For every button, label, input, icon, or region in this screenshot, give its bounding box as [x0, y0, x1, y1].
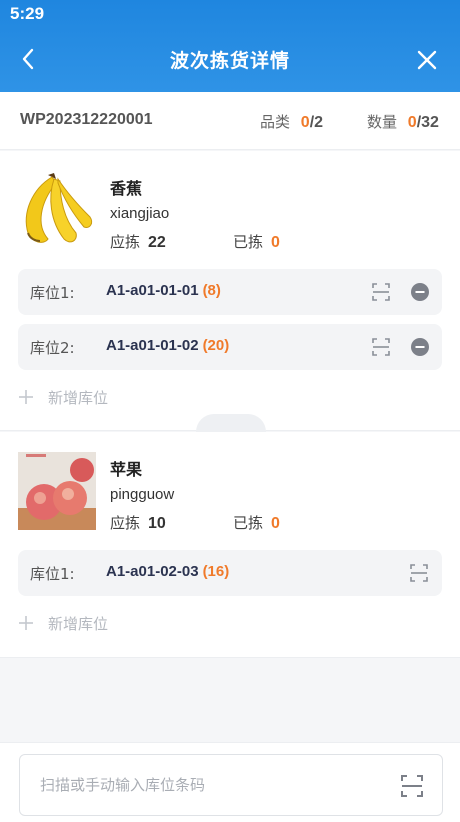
remove-location-icon[interactable] [410, 282, 430, 302]
picked-value: 0 [271, 234, 280, 251]
category-label: 品类 [260, 113, 291, 131]
product-code: xiangjiao [110, 205, 170, 222]
location-label: 库位1: [30, 565, 75, 583]
plus-icon [19, 616, 33, 630]
location-row[interactable]: 库位2: A1-a01-01-02 (20) [18, 324, 442, 370]
close-icon [417, 50, 437, 70]
status-time: 5:29 [10, 4, 45, 23]
should-pick-label: 应拣 [110, 514, 141, 532]
location-code-text: A1-a01-01-01 [106, 282, 199, 299]
should-pick-value: 10 [148, 515, 166, 532]
picked-label: 已拣 [233, 514, 264, 532]
scan-icon[interactable] [372, 283, 390, 301]
location-count: (8) [202, 282, 221, 299]
wave-summary: WP202312220001 品类 0/2 数量 0/32 [0, 92, 460, 150]
plus-icon [19, 390, 33, 404]
add-location-button[interactable]: 新增库位 [18, 387, 108, 408]
wave-number: WP202312220001 [20, 111, 153, 128]
location-row[interactable]: 库位1: A1-a01-02-03 (16) [18, 550, 442, 596]
add-location-label: 新增库位 [48, 615, 109, 633]
product-name: 香蕉 [110, 179, 143, 198]
scan-icon[interactable] [400, 774, 424, 798]
quantity-total: /32 [416, 114, 439, 131]
scan-field [19, 754, 443, 816]
bottom-scan-bar [0, 742, 460, 822]
picked-value: 0 [271, 515, 280, 532]
quantity-picked: 0 [407, 114, 417, 131]
location-count: (16) [202, 563, 230, 580]
picked: 已拣 0 [233, 512, 280, 533]
category-total: /2 [309, 114, 324, 131]
product-card: 苹果 pingguow 应拣 10 已拣 0 库位1: A1-a01-02-03 (1… [0, 432, 460, 658]
should-pick: 应拣 22 [110, 231, 166, 252]
apple-image [18, 452, 96, 530]
close-button[interactable] [412, 45, 442, 75]
remove-location-icon[interactable] [410, 337, 430, 357]
banana-image [18, 169, 96, 247]
scan-icon[interactable] [410, 564, 428, 582]
location-label: 库位1: [30, 284, 75, 302]
page-title: 波次拣货详情 [169, 50, 290, 72]
picked-label: 已拣 [233, 233, 264, 251]
product-card: 香蕉 xiangjiao 应拣 22 已拣 0 库位1: A1-a01-01-01(… [0, 151, 460, 431]
location-code: A1-a01-01-02 (20) [106, 337, 229, 354]
category-picked: 0 [300, 114, 310, 131]
nav-bar: 波次拣货详情 [0, 30, 460, 90]
app-header: 5:29 波次拣货详情 [0, 0, 460, 92]
should-pick-value: 22 [148, 234, 166, 251]
location-row[interactable]: 库位1: A1-a01-01-01 (8) [18, 269, 442, 315]
add-location-label: 新增库位 [48, 389, 109, 407]
should-pick-label: 应拣 [110, 233, 141, 251]
category-stat: 品类 0/2 [260, 111, 323, 132]
picked: 已拣 0 [233, 231, 280, 252]
location-label: 库位2: [30, 339, 75, 357]
location-code-text: A1-a01-01-02 [106, 337, 199, 354]
location-code: A1-a01-02-03 (16) [106, 563, 229, 580]
scan-icon[interactable] [372, 338, 390, 356]
should-pick: 应拣 10 [110, 512, 166, 533]
location-barcode-input[interactable] [40, 773, 380, 797]
add-location-button[interactable]: 新增库位 [18, 613, 108, 634]
product-name: 苹果 [110, 460, 143, 479]
location-count: (20) [202, 337, 230, 354]
quantity-stat: 数量 0/32 [367, 111, 439, 132]
quantity-label: 数量 [367, 113, 398, 131]
location-code-text: A1-a01-02-03 [106, 563, 199, 580]
product-code: pingguow [110, 486, 175, 503]
location-code: A1-a01-01-01 (8) [106, 282, 221, 299]
